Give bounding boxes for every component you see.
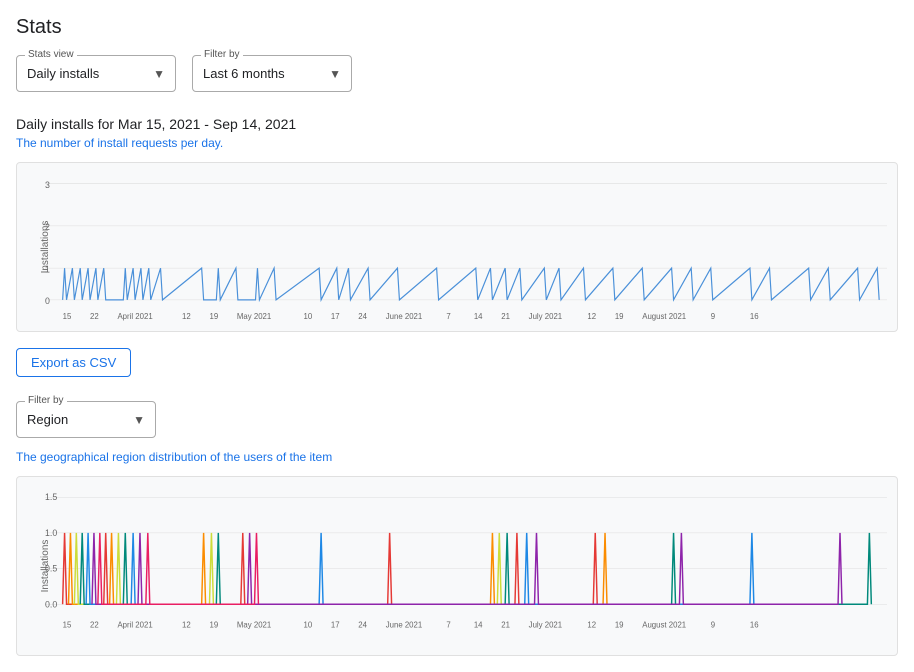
svg-text:24: 24: [358, 312, 367, 321]
svg-text:June 2021: June 2021: [386, 312, 423, 321]
svg-text:9: 9: [711, 621, 716, 630]
svg-text:May 2021: May 2021: [237, 312, 272, 321]
svg-text:August 2021: August 2021: [642, 312, 686, 321]
svg-text:0.0: 0.0: [45, 599, 57, 609]
chart2-subtitle: The geographical region distribution of …: [16, 450, 898, 464]
svg-text:June 2021: June 2021: [386, 621, 423, 630]
filter-by-select[interactable]: Filter by Last 6 months ▼: [192, 55, 352, 92]
page-title: Stats: [16, 16, 898, 39]
chart1-area: 3 2 1 0 15 22 April 2021 12 19 May 2021 …: [45, 173, 887, 321]
chart1-container: Installations 3 2 1 0 15 22 April 2021: [16, 162, 898, 332]
svg-text:0: 0: [45, 296, 50, 306]
svg-text:22: 22: [90, 312, 99, 321]
svg-text:19: 19: [615, 621, 624, 630]
svg-text:14: 14: [474, 312, 483, 321]
svg-text:19: 19: [209, 312, 218, 321]
svg-text:7: 7: [446, 312, 451, 321]
svg-text:1: 1: [45, 264, 50, 274]
svg-text:10: 10: [303, 312, 312, 321]
region-section: Filter by Region ▼ The geographical regi…: [16, 401, 898, 656]
svg-text:0.5: 0.5: [45, 563, 57, 573]
svg-text:3: 3: [45, 179, 50, 189]
svg-text:May 2021: May 2021: [237, 621, 272, 630]
svg-text:22: 22: [90, 621, 99, 630]
chart2-svg: 1.5 1.0 0.5 0.0 15: [45, 487, 887, 645]
stats-view-select[interactable]: Stats view Daily installs ▼: [16, 55, 176, 92]
svg-text:12: 12: [587, 312, 596, 321]
svg-text:July 2021: July 2021: [529, 312, 563, 321]
filter-by-label: Filter by: [201, 49, 243, 60]
svg-text:17: 17: [331, 621, 340, 630]
chart1-title: Daily installs for Mar 15, 2021 - Sep 14…: [16, 116, 898, 132]
svg-text:24: 24: [358, 621, 367, 630]
region-select[interactable]: Filter by Region ▼: [16, 401, 156, 438]
chart1-subtitle: The number of install requests per day.: [16, 136, 898, 150]
chart1-section: Daily installs for Mar 15, 2021 - Sep 14…: [16, 116, 898, 332]
svg-text:15: 15: [63, 621, 72, 630]
svg-text:1.0: 1.0: [45, 528, 57, 538]
svg-text:2: 2: [45, 222, 50, 232]
chevron-down-icon: ▼: [329, 67, 341, 81]
svg-text:12: 12: [587, 621, 596, 630]
svg-text:10: 10: [303, 621, 312, 630]
export-csv-button[interactable]: Export as CSV: [16, 348, 131, 377]
svg-text:19: 19: [209, 621, 218, 630]
region-filter-value: Region: [27, 412, 68, 427]
controls-row: Stats view Daily installs ▼ Filter by La…: [16, 55, 898, 92]
svg-text:9: 9: [711, 312, 716, 321]
svg-text:12: 12: [182, 621, 191, 630]
svg-text:April 2021: April 2021: [117, 312, 153, 321]
svg-text:August 2021: August 2021: [642, 621, 686, 630]
stats-view-value: Daily installs: [27, 66, 99, 81]
svg-text:19: 19: [615, 312, 624, 321]
stats-view-label: Stats view: [25, 49, 77, 60]
chevron-down-icon: ▼: [133, 413, 145, 427]
svg-text:17: 17: [331, 312, 340, 321]
svg-text:12: 12: [182, 312, 191, 321]
svg-text:July 2021: July 2021: [529, 621, 563, 630]
chart1-svg: 3 2 1 0 15 22 April 2021 12 19 May 2021 …: [45, 173, 887, 321]
svg-text:15: 15: [63, 312, 72, 321]
svg-text:1.5: 1.5: [45, 492, 57, 502]
svg-text:April 2021: April 2021: [117, 621, 153, 630]
svg-text:16: 16: [750, 312, 759, 321]
chevron-down-icon: ▼: [153, 67, 165, 81]
svg-text:21: 21: [501, 312, 510, 321]
region-filter-label: Filter by: [25, 395, 67, 406]
svg-text:7: 7: [446, 621, 451, 630]
chart2-container: Installations 1.5 1.0 0.5 0.0: [16, 476, 898, 656]
chart2-area: 1.5 1.0 0.5 0.0 15: [45, 487, 887, 645]
svg-text:14: 14: [474, 621, 483, 630]
svg-text:21: 21: [501, 621, 510, 630]
filter-by-value: Last 6 months: [203, 66, 285, 81]
svg-text:16: 16: [750, 621, 759, 630]
